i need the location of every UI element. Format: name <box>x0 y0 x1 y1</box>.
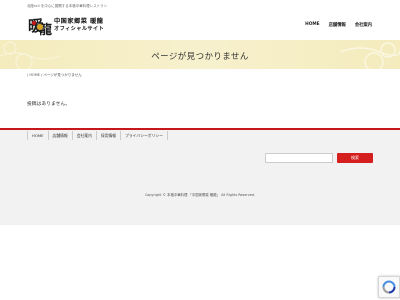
logo-name[interactable]: 中国家郷菜 暖龍 <box>54 16 103 25</box>
nav-home[interactable]: HOME <box>305 22 319 28</box>
breadcrumb-separator: / <box>27 73 29 77</box>
copyright: Copyright © 本格中華料理 「中国家郷菜 暖龍」 All Rights… <box>144 193 256 197</box>
footer-nav: HOME 店舗情報 会社案内 採用情報 プライバシーポリシー <box>27 131 168 140</box>
search-input[interactable] <box>265 153 333 163</box>
main-nav: HOME 店舗情報 会社案内 <box>305 22 372 28</box>
page-hero: ページが見つかりません <box>0 40 400 69</box>
footer-nav-recruit[interactable]: 採用情報 <box>97 131 122 140</box>
no-posts-message: 投稿はありません。 <box>27 102 71 107</box>
nav-company[interactable]: 会社案内 <box>355 22 372 28</box>
footer-nav-home[interactable]: HOME <box>28 131 49 140</box>
recaptcha-badge[interactable] <box>378 276 400 298</box>
breadcrumb-current: ページが見つかりません <box>43 73 82 77</box>
breadcrumb-home[interactable]: HOME <box>29 73 40 77</box>
recaptcha-icon <box>382 280 396 294</box>
logo-icon[interactable]: 暖 龍 <box>27 14 53 36</box>
footer <box>0 130 400 225</box>
site-tagline: 北陸roll を中心に展開する本格中華料理レストラン <box>27 4 108 8</box>
nav-shop-info[interactable]: 店舗情報 <box>329 22 346 28</box>
footer-nav-company[interactable]: 会社案内 <box>73 131 97 140</box>
footer-nav-shop-info[interactable]: 店舗情報 <box>49 131 73 140</box>
hero-decoration-right <box>340 42 400 69</box>
footer-nav-privacy[interactable]: プライバシーポリシー <box>121 131 168 140</box>
logo-subtitle: オフィシャルサイト <box>54 26 105 32</box>
breadcrumb: / HOME / ページが見つかりません <box>27 73 82 78</box>
search-button[interactable]: 検索 <box>337 153 373 163</box>
